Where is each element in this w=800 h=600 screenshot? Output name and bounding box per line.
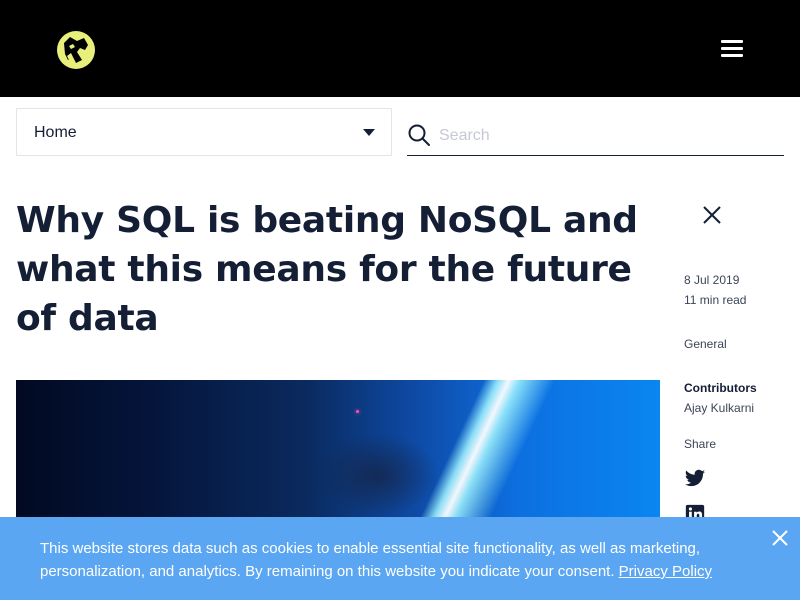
navigation-select-value: Home	[34, 124, 77, 141]
close-icon[interactable]	[769, 527, 791, 549]
close-icon[interactable]	[700, 203, 724, 227]
twitter-icon[interactable]	[684, 467, 706, 489]
contributor-name[interactable]: Ajay Kulkarni	[684, 401, 754, 415]
cat-face-logo-icon[interactable]	[55, 30, 97, 70]
share-label: Share	[684, 437, 717, 451]
light-spot	[356, 410, 359, 413]
article-category[interactable]: General	[684, 337, 727, 351]
privacy-policy-link[interactable]: Privacy Policy	[619, 563, 712, 580]
navigation-select[interactable]: Home	[16, 108, 392, 156]
cookie-consent-banner: This website stores data such as cookies…	[0, 517, 800, 600]
cookie-consent-text: This website stores data such as cookies…	[40, 537, 740, 583]
cookie-consent-message: This website stores data such as cookies…	[40, 540, 701, 580]
article-date: 8 Jul 2019	[684, 273, 740, 287]
contributors-heading: Contributors	[684, 381, 757, 395]
article-read-time: 11 min read	[684, 293, 747, 307]
hamburger-menu-icon[interactable]	[718, 38, 746, 60]
search-input[interactable]	[439, 122, 769, 150]
article-title: Why SQL is beating NoSQL and what this m…	[16, 200, 638, 339]
search-bar	[407, 112, 784, 156]
blue-lightsaber-photo	[16, 380, 660, 520]
caret-down-icon	[363, 129, 375, 136]
top-bar	[0, 0, 800, 97]
search-icon[interactable]	[407, 123, 431, 147]
